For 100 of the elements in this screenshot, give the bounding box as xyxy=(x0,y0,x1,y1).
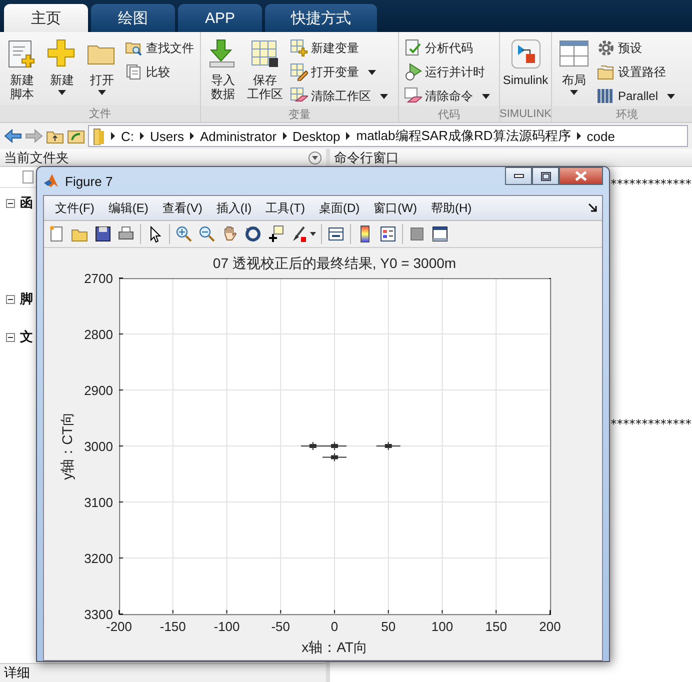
ribbon-button[interactable]: 清除命令 xyxy=(402,86,492,106)
menu-item[interactable]: 插入(I) xyxy=(209,200,259,216)
ribbon-button[interactable]: 比较 xyxy=(123,62,196,82)
ribbon-tab[interactable]: 绘图 xyxy=(91,4,175,32)
menu-item[interactable]: 编辑(E) xyxy=(101,200,156,216)
legend-icon[interactable] xyxy=(379,225,397,243)
menu-item[interactable]: 帮助(H) xyxy=(424,200,479,216)
file-icon xyxy=(22,170,34,184)
caret-icon xyxy=(667,94,676,98)
maximize-button[interactable] xyxy=(532,167,559,185)
grid-table-icon xyxy=(249,38,281,70)
data-cursor-icon[interactable] xyxy=(267,225,285,243)
tick-label: 2800 xyxy=(84,327,113,342)
tick-label: 100 xyxy=(431,619,454,634)
ribbon-button[interactable]: Simulink xyxy=(503,36,548,105)
ribbon-button[interactable]: 新建变量 xyxy=(288,38,390,58)
panel-title: 当前文件夹 xyxy=(4,148,69,166)
breadcrumb-item[interactable]: Administrator xyxy=(200,128,277,144)
tick-label: -200 xyxy=(106,619,132,634)
caret-icon xyxy=(380,94,388,98)
x-axis-label: x轴：AT向 xyxy=(302,639,368,655)
ribbon-button[interactable]: 查找文件 xyxy=(123,38,196,58)
data-point xyxy=(322,452,347,462)
caret-icon[interactable] xyxy=(310,232,316,236)
minimize-icon xyxy=(514,174,524,178)
rotate-icon[interactable] xyxy=(244,225,262,243)
breadcrumb-arrow-icon xyxy=(140,132,144,140)
section-label: 脚 xyxy=(20,290,33,308)
panel-title: 命令行窗口 xyxy=(334,148,399,166)
folder-icon xyxy=(93,127,105,145)
ribbon-button[interactable]: 导入 数据 xyxy=(204,36,242,106)
group-label: 环境 xyxy=(552,106,692,122)
link-plot-icon[interactable] xyxy=(327,225,345,243)
breadcrumb-arrow-icon xyxy=(190,132,194,140)
dropdown-circle-icon[interactable] xyxy=(308,150,322,164)
collapse-box-icon[interactable] xyxy=(6,198,15,208)
minimize-button[interactable] xyxy=(505,167,532,185)
details-bar[interactable]: 详细 xyxy=(0,663,326,682)
ribbon-button[interactable]: 设置路径 xyxy=(595,62,678,82)
ribbon-button[interactable]: 运行并计时 xyxy=(402,62,492,82)
brush-icon[interactable] xyxy=(290,225,308,243)
breadcrumb-item[interactable]: Desktop xyxy=(292,128,340,144)
ribbon-tab[interactable]: APP xyxy=(178,4,262,32)
menu-item[interactable]: 工具(T) xyxy=(258,200,312,216)
close-button[interactable] xyxy=(559,167,603,185)
document-check-icon xyxy=(404,39,422,57)
ribbon-button[interactable]: 打开变量 xyxy=(288,62,390,82)
group-label: 代码 xyxy=(399,106,499,122)
tick-label: 2700 xyxy=(84,271,113,286)
breadcrumb-item[interactable]: code xyxy=(586,128,615,144)
save-icon[interactable] xyxy=(94,225,112,243)
menu-item[interactable]: 桌面(D) xyxy=(312,200,367,216)
breadcrumb-item[interactable]: C: xyxy=(121,128,134,144)
ribbon-button[interactable]: 新建 xyxy=(43,36,81,105)
ribbon-button[interactable]: 分析代码 xyxy=(402,38,492,58)
tick-label: 0 xyxy=(330,619,338,634)
zoom-out-icon[interactable] xyxy=(198,225,216,243)
y-axis-label: y轴：CT向 xyxy=(59,412,75,480)
ribbon-button[interactable]: 清除工作区 xyxy=(288,86,390,106)
group-label: 变量 xyxy=(201,106,398,122)
vertical-bars-icon xyxy=(597,87,615,105)
menu-item[interactable]: 查看(V) xyxy=(155,200,210,216)
tick-label: 150 xyxy=(485,619,507,634)
data-point xyxy=(376,442,401,450)
tick-label: -150 xyxy=(160,619,186,634)
data-point xyxy=(300,442,326,450)
dock-arrow-icon[interactable] xyxy=(588,203,598,213)
ribbon-button[interactable]: 预设 xyxy=(595,38,678,58)
tick-label: 3100 xyxy=(84,495,113,510)
zoom-in-icon[interactable] xyxy=(175,225,193,243)
window-frame-icon[interactable] xyxy=(431,225,449,243)
breadcrumb-item[interactable]: Users xyxy=(150,128,184,144)
back-arrow-icon[interactable] xyxy=(4,129,22,143)
caret-icon xyxy=(482,94,490,98)
caret-icon xyxy=(570,90,578,95)
ribbon-button[interactable]: 新建 脚本 xyxy=(3,36,41,105)
ribbon-tab[interactable]: 主页 xyxy=(4,4,88,32)
ribbon-button[interactable]: 布局 xyxy=(555,36,593,106)
ribbon-button[interactable]: 打开 xyxy=(83,36,121,105)
matlab-logo-icon xyxy=(43,173,59,189)
tick-label: 3200 xyxy=(84,551,113,566)
collapse-box-icon[interactable] xyxy=(6,332,15,342)
command-output-line: ************* xyxy=(609,177,692,191)
command-output-line: ************* xyxy=(609,417,692,431)
breadcrumb-item[interactable]: matlab编程SAR成像RD算法源码程序 xyxy=(356,127,571,145)
address-field[interactable]: C: Users Administrator Desktop matlab编程SAR成像RD算法源码程序 code xyxy=(88,125,688,147)
collapse-box-icon[interactable] xyxy=(6,294,15,304)
menu-item[interactable]: 文件(F) xyxy=(48,200,102,216)
tick-label: 50 xyxy=(381,619,396,634)
grid-pencil-icon xyxy=(290,63,308,81)
ribbon-tab[interactable]: 快捷方式 xyxy=(265,4,377,32)
caret-icon xyxy=(98,90,106,95)
ribbon-button[interactable]: Parallel xyxy=(595,86,678,106)
play-block-icon xyxy=(510,38,542,70)
square-icon[interactable] xyxy=(408,225,426,243)
ribbon-button[interactable]: 保存 工作区 xyxy=(244,36,286,106)
tick-label: 3300 xyxy=(84,607,113,622)
window-title: Figure 7 xyxy=(65,174,114,188)
tick-label: -50 xyxy=(271,619,290,634)
menu-item[interactable]: 窗口(W) xyxy=(366,200,424,216)
